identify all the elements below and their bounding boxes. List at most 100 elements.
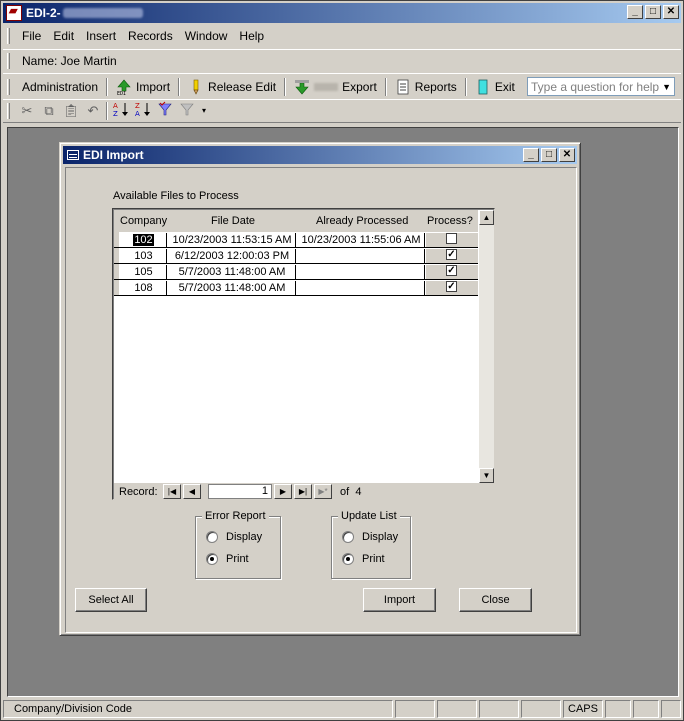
previous-record-icon[interactable]: ◀: [183, 484, 201, 499]
status-cell: [605, 700, 631, 718]
record-selector[interactable]: [114, 264, 119, 279]
undo-icon[interactable]: ↶: [82, 101, 104, 121]
company-value: 102: [133, 234, 154, 246]
exit-button[interactable]: Exit: [469, 77, 521, 97]
already-processed-cell[interactable]: [298, 265, 425, 279]
table-row[interactable]: 102 10/23/2003 11:53:15 AM 10/23/2003 11…: [114, 232, 478, 248]
toolbar-options-chevron-icon[interactable]: ▾: [198, 101, 210, 121]
close-button[interactable]: ✕: [663, 5, 679, 19]
company-cell[interactable]: 108: [121, 281, 167, 295]
process-checkbox[interactable]: ✓: [446, 249, 457, 260]
radio-button-selected[interactable]: [206, 553, 218, 565]
maximize-button[interactable]: □: [645, 5, 661, 19]
process-checkbox[interactable]: ✓: [446, 265, 457, 276]
option-label: Print: [226, 553, 249, 565]
option-label: Display: [226, 531, 263, 543]
custom-toolbar: Administration EDI Import Release Edit E…: [3, 73, 681, 99]
form-title-bar[interactable]: EDI Import _ □ ✕: [63, 146, 577, 164]
form-icon[interactable]: [67, 150, 79, 160]
toolbar-grip[interactable]: [7, 78, 10, 95]
process-checkbox[interactable]: ✓: [446, 281, 457, 292]
error-report-display-option[interactable]: Display: [206, 531, 262, 543]
current-record-input[interactable]: 1: [208, 484, 272, 499]
record-selector[interactable]: [114, 248, 119, 263]
select-all-button[interactable]: Select All: [75, 588, 147, 612]
title-bar[interactable]: EDI-2- _ □ ✕: [3, 3, 681, 23]
import-toolbar-button[interactable]: EDI Import: [110, 77, 176, 97]
process-cell: [426, 233, 478, 247]
company-cell[interactable]: 102: [121, 233, 167, 247]
toolbar-grip[interactable]: [7, 52, 10, 69]
menu-file[interactable]: File: [16, 27, 47, 45]
menu-help[interactable]: Help: [233, 27, 270, 45]
menu-records[interactable]: Records: [122, 27, 179, 45]
administration-button[interactable]: Administration: [16, 78, 104, 96]
next-record-icon[interactable]: ▶: [274, 484, 292, 499]
first-record-icon[interactable]: |◀: [163, 484, 181, 499]
toolbar-grip[interactable]: [7, 28, 10, 44]
record-total: 4: [355, 486, 362, 498]
file-date-cell[interactable]: 6/12/2003 12:00:03 PM: [169, 249, 296, 263]
minimize-button[interactable]: _: [627, 5, 643, 19]
record-selector[interactable]: [114, 280, 119, 295]
scroll-up-icon[interactable]: ▲: [479, 210, 494, 225]
chevron-down-icon[interactable]: ▼: [662, 82, 671, 92]
record-selector[interactable]: [114, 232, 119, 247]
help-placeholder: Type a question for help: [531, 79, 660, 94]
radio-button[interactable]: [206, 531, 218, 543]
filter-by-selection-icon[interactable]: [154, 101, 176, 121]
status-cell: [521, 700, 561, 718]
form-minimize-button[interactable]: _: [523, 148, 539, 162]
scroll-down-icon[interactable]: ▼: [479, 468, 494, 483]
radio-button-selected[interactable]: [342, 553, 354, 565]
column-header-process: Process?: [427, 215, 473, 227]
update-list-print-option[interactable]: Print: [342, 553, 385, 565]
help-search-input[interactable]: Type a question for help ▼: [527, 77, 675, 96]
company-cell[interactable]: 103: [121, 249, 167, 263]
already-processed-cell[interactable]: [298, 281, 425, 295]
svg-text:EDI: EDI: [117, 91, 126, 95]
menu-edit[interactable]: Edit: [47, 27, 80, 45]
status-cell: [479, 700, 519, 718]
paste-icon[interactable]: 📋︎: [60, 101, 82, 121]
update-list-title: Update List: [338, 510, 400, 522]
menu-window[interactable]: Window: [179, 27, 234, 45]
toolbar-separator: [178, 77, 181, 96]
error-report-print-option[interactable]: Print: [206, 553, 249, 565]
subform-vertical-scrollbar[interactable]: ▲ ▼: [479, 210, 494, 484]
already-processed-cell[interactable]: 10/23/2003 11:55:06 AM: [298, 233, 425, 247]
table-row[interactable]: 108 5/7/2003 11:48:00 AM ✓: [114, 280, 478, 296]
toolbar-grip[interactable]: [7, 103, 10, 119]
export-button[interactable]: Export: [288, 77, 383, 97]
sort-ascending-icon[interactable]: AZ: [110, 101, 132, 121]
last-record-icon[interactable]: ▶|: [294, 484, 312, 499]
cut-icon[interactable]: ✂: [16, 101, 38, 121]
process-checkbox[interactable]: [446, 233, 457, 244]
radio-button[interactable]: [342, 531, 354, 543]
close-form-button[interactable]: Close: [459, 588, 532, 612]
status-text: Company/Division Code: [3, 700, 393, 718]
filter-icon[interactable]: [176, 101, 198, 121]
update-list-display-option[interactable]: Display: [342, 531, 398, 543]
file-date-cell[interactable]: 5/7/2003 11:48:00 AM: [169, 265, 296, 279]
new-record-icon[interactable]: ▶*: [314, 484, 332, 499]
administration-label: Administration: [22, 79, 99, 94]
file-date-cell[interactable]: 10/23/2003 11:53:15 AM: [169, 233, 296, 247]
copy-icon[interactable]: ⧉: [38, 101, 60, 121]
import-button[interactable]: Import: [363, 588, 436, 612]
form-maximize-button[interactable]: □: [541, 148, 557, 162]
sort-descending-icon[interactable]: ZA: [132, 101, 154, 121]
menu-insert[interactable]: Insert: [80, 27, 122, 45]
access-app-icon[interactable]: [6, 4, 22, 21]
already-processed-cell[interactable]: [298, 249, 425, 263]
resize-grip[interactable]: [661, 700, 681, 718]
reports-label: Reports: [414, 79, 457, 94]
form-close-button[interactable]: ✕: [559, 148, 575, 162]
file-date-cell[interactable]: 5/7/2003 11:48:00 AM: [169, 281, 296, 295]
table-row[interactable]: 103 6/12/2003 12:00:03 PM ✓: [114, 248, 478, 264]
table-row[interactable]: 105 5/7/2003 11:48:00 AM ✓: [114, 264, 478, 280]
reports-button[interactable]: Reports: [389, 77, 463, 97]
company-cell[interactable]: 105: [121, 265, 167, 279]
release-edit-button[interactable]: Release Edit: [182, 77, 282, 97]
toolbar-separator: [464, 77, 467, 96]
